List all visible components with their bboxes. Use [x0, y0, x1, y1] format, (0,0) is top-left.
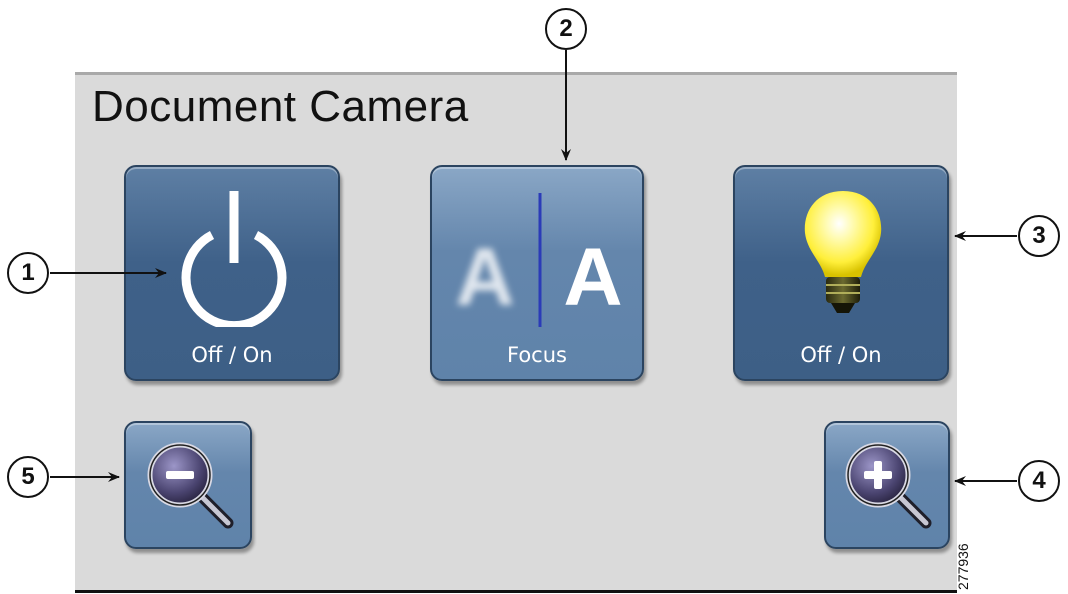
callout-4: 4: [1018, 460, 1060, 502]
callout-2: 2: [545, 8, 587, 50]
callout-5: 5: [7, 456, 49, 498]
callout-1: 1: [7, 252, 49, 294]
callout-3: 3: [1018, 215, 1060, 257]
callout-arrows: [50, 50, 1017, 486]
figure-id: 277936: [955, 543, 971, 590]
